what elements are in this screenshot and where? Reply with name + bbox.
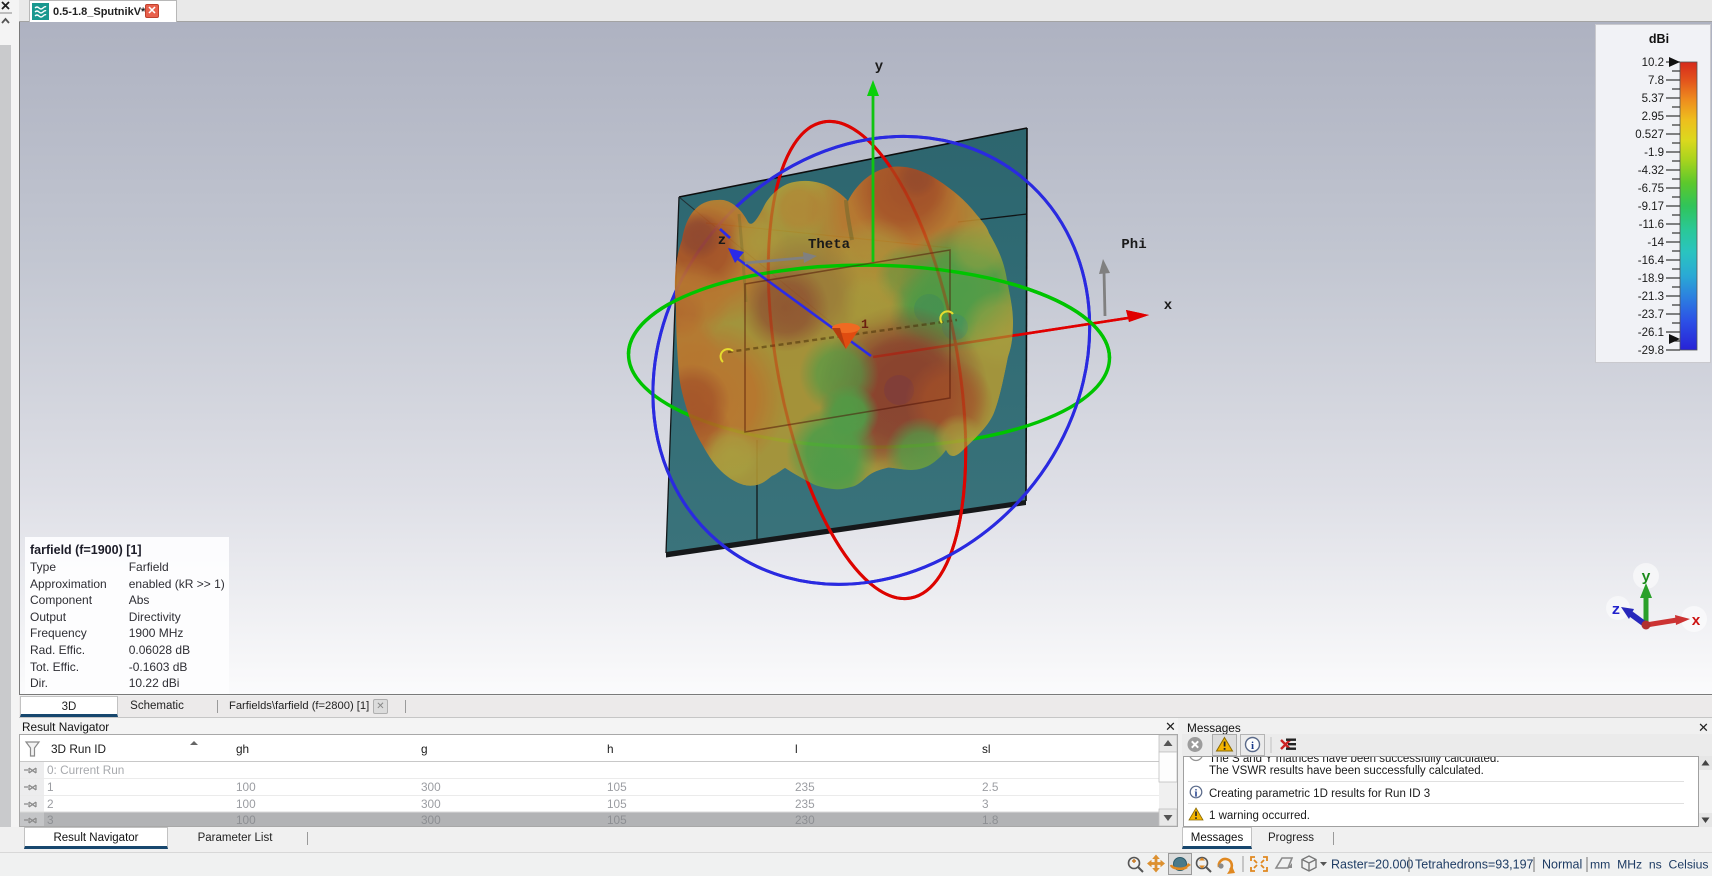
svg-text:105: 105 <box>607 797 627 811</box>
svg-text:2: 2 <box>47 797 54 811</box>
svg-text:i: i <box>1251 740 1254 752</box>
svg-text:5.37: 5.37 <box>1642 93 1664 105</box>
svg-text:300: 300 <box>421 813 441 826</box>
svg-text:z: z <box>1611 602 1620 619</box>
svg-text:1: 1 <box>47 780 54 794</box>
svg-text:1 warning occurred.: 1 warning occurred. <box>1209 810 1310 822</box>
svg-text:i: i <box>1195 789 1198 800</box>
svg-text:-4.32: -4.32 <box>1638 165 1664 177</box>
svg-text:Theta: Theta <box>808 237 851 253</box>
svg-text:10.2: 10.2 <box>1642 57 1664 69</box>
svg-text:3D Run ID: 3D Run ID <box>51 742 106 756</box>
svg-text:y: y <box>875 59 884 75</box>
svg-text:105: 105 <box>607 780 627 794</box>
svg-text:h: h <box>607 742 614 756</box>
svg-text:2.95: 2.95 <box>1642 111 1664 123</box>
svg-text:sl: sl <box>982 742 991 756</box>
svg-text:3: 3 <box>982 797 989 811</box>
svg-text:g: g <box>421 742 428 756</box>
svg-text:dBi: dBi <box>1649 32 1669 46</box>
svg-text:100: 100 <box>236 813 256 826</box>
svg-text:l: l <box>795 742 798 756</box>
svg-text:Tetrahedrons=93,197: Tetrahedrons=93,197 <box>1415 858 1534 872</box>
svg-text:300: 300 <box>421 797 441 811</box>
svg-text:-1.9: -1.9 <box>1644 147 1664 159</box>
svg-text:The VSWR results have been suc: The VSWR results have been successfully … <box>1209 765 1484 777</box>
svg-text:-6.75: -6.75 <box>1638 183 1664 195</box>
svg-text:Phi: Phi <box>1121 237 1146 253</box>
svg-text:300: 300 <box>421 780 441 794</box>
svg-text:-16.4: -16.4 <box>1638 255 1665 267</box>
svg-text:230: 230 <box>795 813 815 826</box>
svg-text:7.8: 7.8 <box>1648 75 1664 87</box>
svg-text:235: 235 <box>795 780 815 794</box>
svg-text:Creating parametric 1D results: Creating parametric 1D results for Run I… <box>1209 788 1430 800</box>
svg-text:-29.8: -29.8 <box>1638 345 1664 357</box>
svg-text:-14: -14 <box>1647 237 1664 249</box>
svg-text:Normal: Normal <box>1542 858 1582 872</box>
svg-text:-9.17: -9.17 <box>1638 201 1664 213</box>
svg-text:100: 100 <box>236 797 256 811</box>
svg-text:The S and Y matrices have been: The S and Y matrices have been successfu… <box>1209 757 1499 765</box>
svg-text:3: 3 <box>47 813 54 826</box>
svg-text:x: x <box>1691 613 1700 630</box>
svg-text:2.5: 2.5 <box>982 780 999 794</box>
svg-text:-26.1: -26.1 <box>1638 327 1664 339</box>
svg-text:x: x <box>1164 298 1173 314</box>
svg-text:1: 1 <box>861 317 869 332</box>
svg-text:0.527: 0.527 <box>1635 129 1664 141</box>
svg-text:gh: gh <box>236 742 249 756</box>
svg-text:105: 105 <box>607 813 627 826</box>
svg-text:100: 100 <box>236 780 256 794</box>
svg-text:0: Current Run: 0: Current Run <box>47 763 124 777</box>
svg-text:235: 235 <box>795 797 815 811</box>
svg-text:-18.9: -18.9 <box>1638 273 1664 285</box>
svg-text:1.8: 1.8 <box>982 813 999 826</box>
svg-text:-21.3: -21.3 <box>1638 291 1664 303</box>
svg-text:y: y <box>1641 569 1650 586</box>
svg-text:-11.6: -11.6 <box>1639 219 1664 231</box>
svg-text:-23.7: -23.7 <box>1638 309 1664 321</box>
svg-text:mm MHz ns Celsius: mm MHz ns Celsius <box>1590 858 1709 872</box>
svg-text:Raster=20.000: Raster=20.000 <box>1331 858 1413 872</box>
svg-text:z: z <box>718 233 726 249</box>
